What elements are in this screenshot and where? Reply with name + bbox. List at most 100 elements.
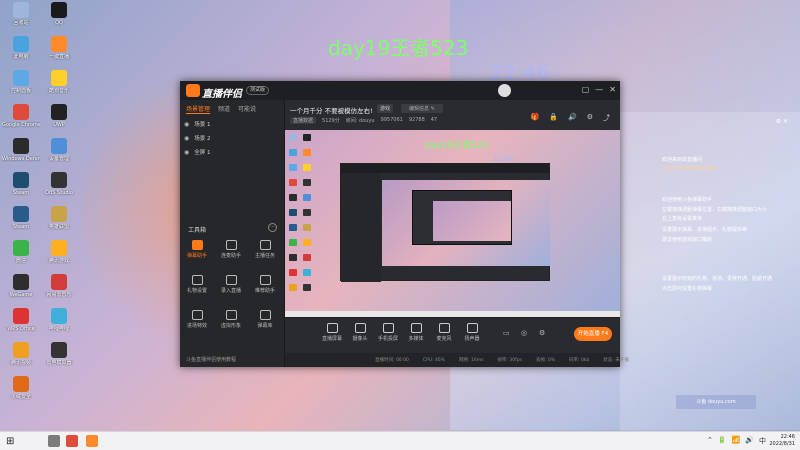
room-category[interactable]: 游戏 xyxy=(377,104,394,113)
danmaku-line: 建议使用游戏窗口捕获 xyxy=(662,237,713,243)
taskbar-app-icon[interactable] xyxy=(48,435,60,447)
desktop-icon[interactable]: 雷电模拟器 xyxy=(40,342,78,378)
desktop-icon-label: QQ xyxy=(55,20,63,26)
scene-item[interactable]: ◉ 全屏 1 xyxy=(184,148,211,157)
desktop-icon[interactable]: QQ xyxy=(40,2,78,38)
tool-button[interactable]: 进场特效 xyxy=(182,310,212,336)
clock-date: 2022/8/31 xyxy=(769,441,795,447)
eye-icon[interactable]: ◉ xyxy=(184,121,189,128)
desktop-icon[interactable]: WeGame xyxy=(2,274,40,310)
tool-button[interactable]: 弹幕助手 xyxy=(182,240,212,266)
source-label: 麦克风 xyxy=(436,336,452,342)
clock-time: 22:46 xyxy=(780,434,795,440)
desktop-icon[interactable]: Steam xyxy=(2,206,40,242)
desktop-icon[interactable]: 此电脑 xyxy=(2,36,40,72)
tutorial-link[interactable]: 斗鱼直播伴侣使用教程 xyxy=(186,356,236,363)
lock-icon[interactable]: 🔒 xyxy=(549,113,558,123)
preview-desktop-icon xyxy=(303,164,311,171)
source-button[interactable]: 麦克风 xyxy=(431,323,457,342)
source-button[interactable]: 手机投屏 xyxy=(375,323,401,342)
desktop-icon[interactable]: 火绒安全 xyxy=(2,376,40,412)
status-item: CPU: 46% xyxy=(422,357,446,363)
preview-overlay-title: day19王者523 xyxy=(425,141,489,151)
desktop-icon[interactable]: Windows Defender xyxy=(2,138,40,174)
network-icon[interactable]: 📶 xyxy=(732,436,741,446)
desktop-icon-label: OBS Studio xyxy=(45,190,73,196)
minimize-button[interactable]: — xyxy=(595,85,603,94)
desktop-icon[interactable]: OBS Studio xyxy=(40,172,78,208)
danmaku-overlay-panel[interactable]: ⚙ ✕ 欢迎来到本直播间 牛仔3 欢迎来到本直播间 欢迎使用斗鱼弹幕助手 左键拖拽调整… xyxy=(620,112,800,432)
record-icon[interactable]: ◎ xyxy=(521,329,527,337)
gift-icon[interactable]: 🎁 xyxy=(531,113,540,123)
edit-info-button[interactable]: 编辑信息 ✎ xyxy=(401,104,443,113)
desktop-icon[interactable]: 英雄联盟 xyxy=(40,206,78,242)
left-panel: 场景管理 频道 可能说 ◉ 场景 1 ◉ 场景 2 ◉ 全屏 1 工具箱 ··· 弹幕助手… xyxy=(180,100,285,367)
volume-icon[interactable]: 🔊 xyxy=(745,436,754,446)
app-icon xyxy=(13,376,29,392)
desktop-icon[interactable]: 腾讯视频 xyxy=(2,342,40,378)
tray-expand-icon[interactable]: ⌃ xyxy=(707,436,713,446)
desktop-icon-label: 英雄联盟 xyxy=(48,224,69,230)
share-icon[interactable]: ⤴ xyxy=(603,113,610,123)
danmaku-panel-controls[interactable]: ⚙ ✕ xyxy=(776,118,788,125)
start-live-button[interactable]: 开始直播 F4 xyxy=(574,327,612,341)
desktop-icon[interactable]: 设备管理 xyxy=(40,138,78,174)
source-button[interactable]: 多媒体 xyxy=(403,323,429,342)
tool-button[interactable]: 录入直播 xyxy=(216,275,246,301)
desktop-icon[interactable]: 控制面板 xyxy=(2,70,40,106)
tool-button[interactable]: 主播任务 xyxy=(250,240,280,266)
scene-item[interactable]: ◉ 场景 2 xyxy=(184,134,211,143)
taskbar-app-icon[interactable] xyxy=(86,435,98,447)
source-icon xyxy=(326,323,338,333)
desktop-icon[interactable]: 回收站 xyxy=(2,2,40,38)
room-info-bar: 一个月千分 不要被模仿左右! 游戏 编辑信息 ✎ 直播数据 5129分 房间: do… xyxy=(285,100,620,130)
camera-icon[interactable]: ▭ xyxy=(503,329,510,337)
toolbox-more-button[interactable]: ··· xyxy=(268,223,277,232)
room-stat: 9957061 xyxy=(380,117,403,123)
close-button[interactable]: ✕ xyxy=(609,85,616,94)
desktop-icon[interactable]: 酷狗音乐 xyxy=(40,70,78,106)
tool-button[interactable]: 礼物设置 xyxy=(182,275,212,301)
preview-desktop-icon xyxy=(289,239,297,246)
preview-desktop-icon xyxy=(289,164,297,171)
desktop-icon[interactable]: Google Chrome xyxy=(2,104,40,140)
desktop-icon[interactable]: WPS Office xyxy=(2,308,40,344)
desktop-icon[interactable]: 腾讯游戏 xyxy=(40,240,78,276)
source-button[interactable]: 扬声器 xyxy=(459,323,485,342)
room-stat[interactable]: 直播数据 xyxy=(290,117,317,124)
battery-icon[interactable]: 🔋 xyxy=(718,436,727,446)
tab-channel[interactable]: 频道 xyxy=(218,104,230,114)
tool-button[interactable]: 推荐助手 xyxy=(250,275,280,301)
tab-scenes[interactable]: 场景管理 xyxy=(186,104,211,114)
ime-icon[interactable]: 中 xyxy=(759,436,766,446)
source-button[interactable]: 摄像头 xyxy=(347,323,373,342)
gear-icon[interactable]: ⚙ xyxy=(587,113,593,123)
scene-item[interactable]: ◉ 场景 1 xyxy=(184,120,211,129)
desktop-icon[interactable]: 网易云音乐 xyxy=(40,274,78,310)
clock[interactable]: 22:46 2022/8/31 xyxy=(769,434,795,448)
desktop-icon[interactable]: Steam xyxy=(2,172,40,208)
source-button[interactable]: 直播屏幕 xyxy=(319,323,345,342)
eye-icon[interactable]: ◉ xyxy=(184,135,189,142)
desktop-icon[interactable]: 微信 xyxy=(2,240,40,276)
desktop-icon[interactable]: UWP xyxy=(40,104,78,140)
settings-icon[interactable]: ⚙ xyxy=(539,329,545,337)
tool-button[interactable]: 弹幕库 xyxy=(250,310,280,336)
taskbar-app-icon[interactable] xyxy=(66,435,78,447)
tool-button[interactable]: 连麦助手 xyxy=(216,240,246,266)
desktop-icon[interactable]: 哔哩哔哩 xyxy=(40,308,78,344)
desktop-icon[interactable]: 一键直播 xyxy=(40,36,78,72)
preview-desktop-icon xyxy=(303,254,311,261)
stream-preview[interactable]: day19王者523 22:46 xyxy=(285,130,620,317)
app-logo-icon xyxy=(186,84,200,97)
tool-button[interactable]: 虚拟形象 xyxy=(216,310,246,336)
avatar[interactable] xyxy=(498,84,511,97)
room-title[interactable]: 一个月千分 不要被模仿左右! xyxy=(290,105,373,115)
tool-label: 连麦助手 xyxy=(220,253,241,259)
maximize-button[interactable]: ▢ xyxy=(582,85,590,94)
sound-icon[interactable]: 🔊 xyxy=(568,113,577,123)
tool-icon xyxy=(225,240,237,250)
tab-other[interactable]: 可能说 xyxy=(238,104,256,114)
eye-icon[interactable]: ◉ xyxy=(184,149,189,156)
start-button[interactable]: ⊞ xyxy=(6,436,14,447)
